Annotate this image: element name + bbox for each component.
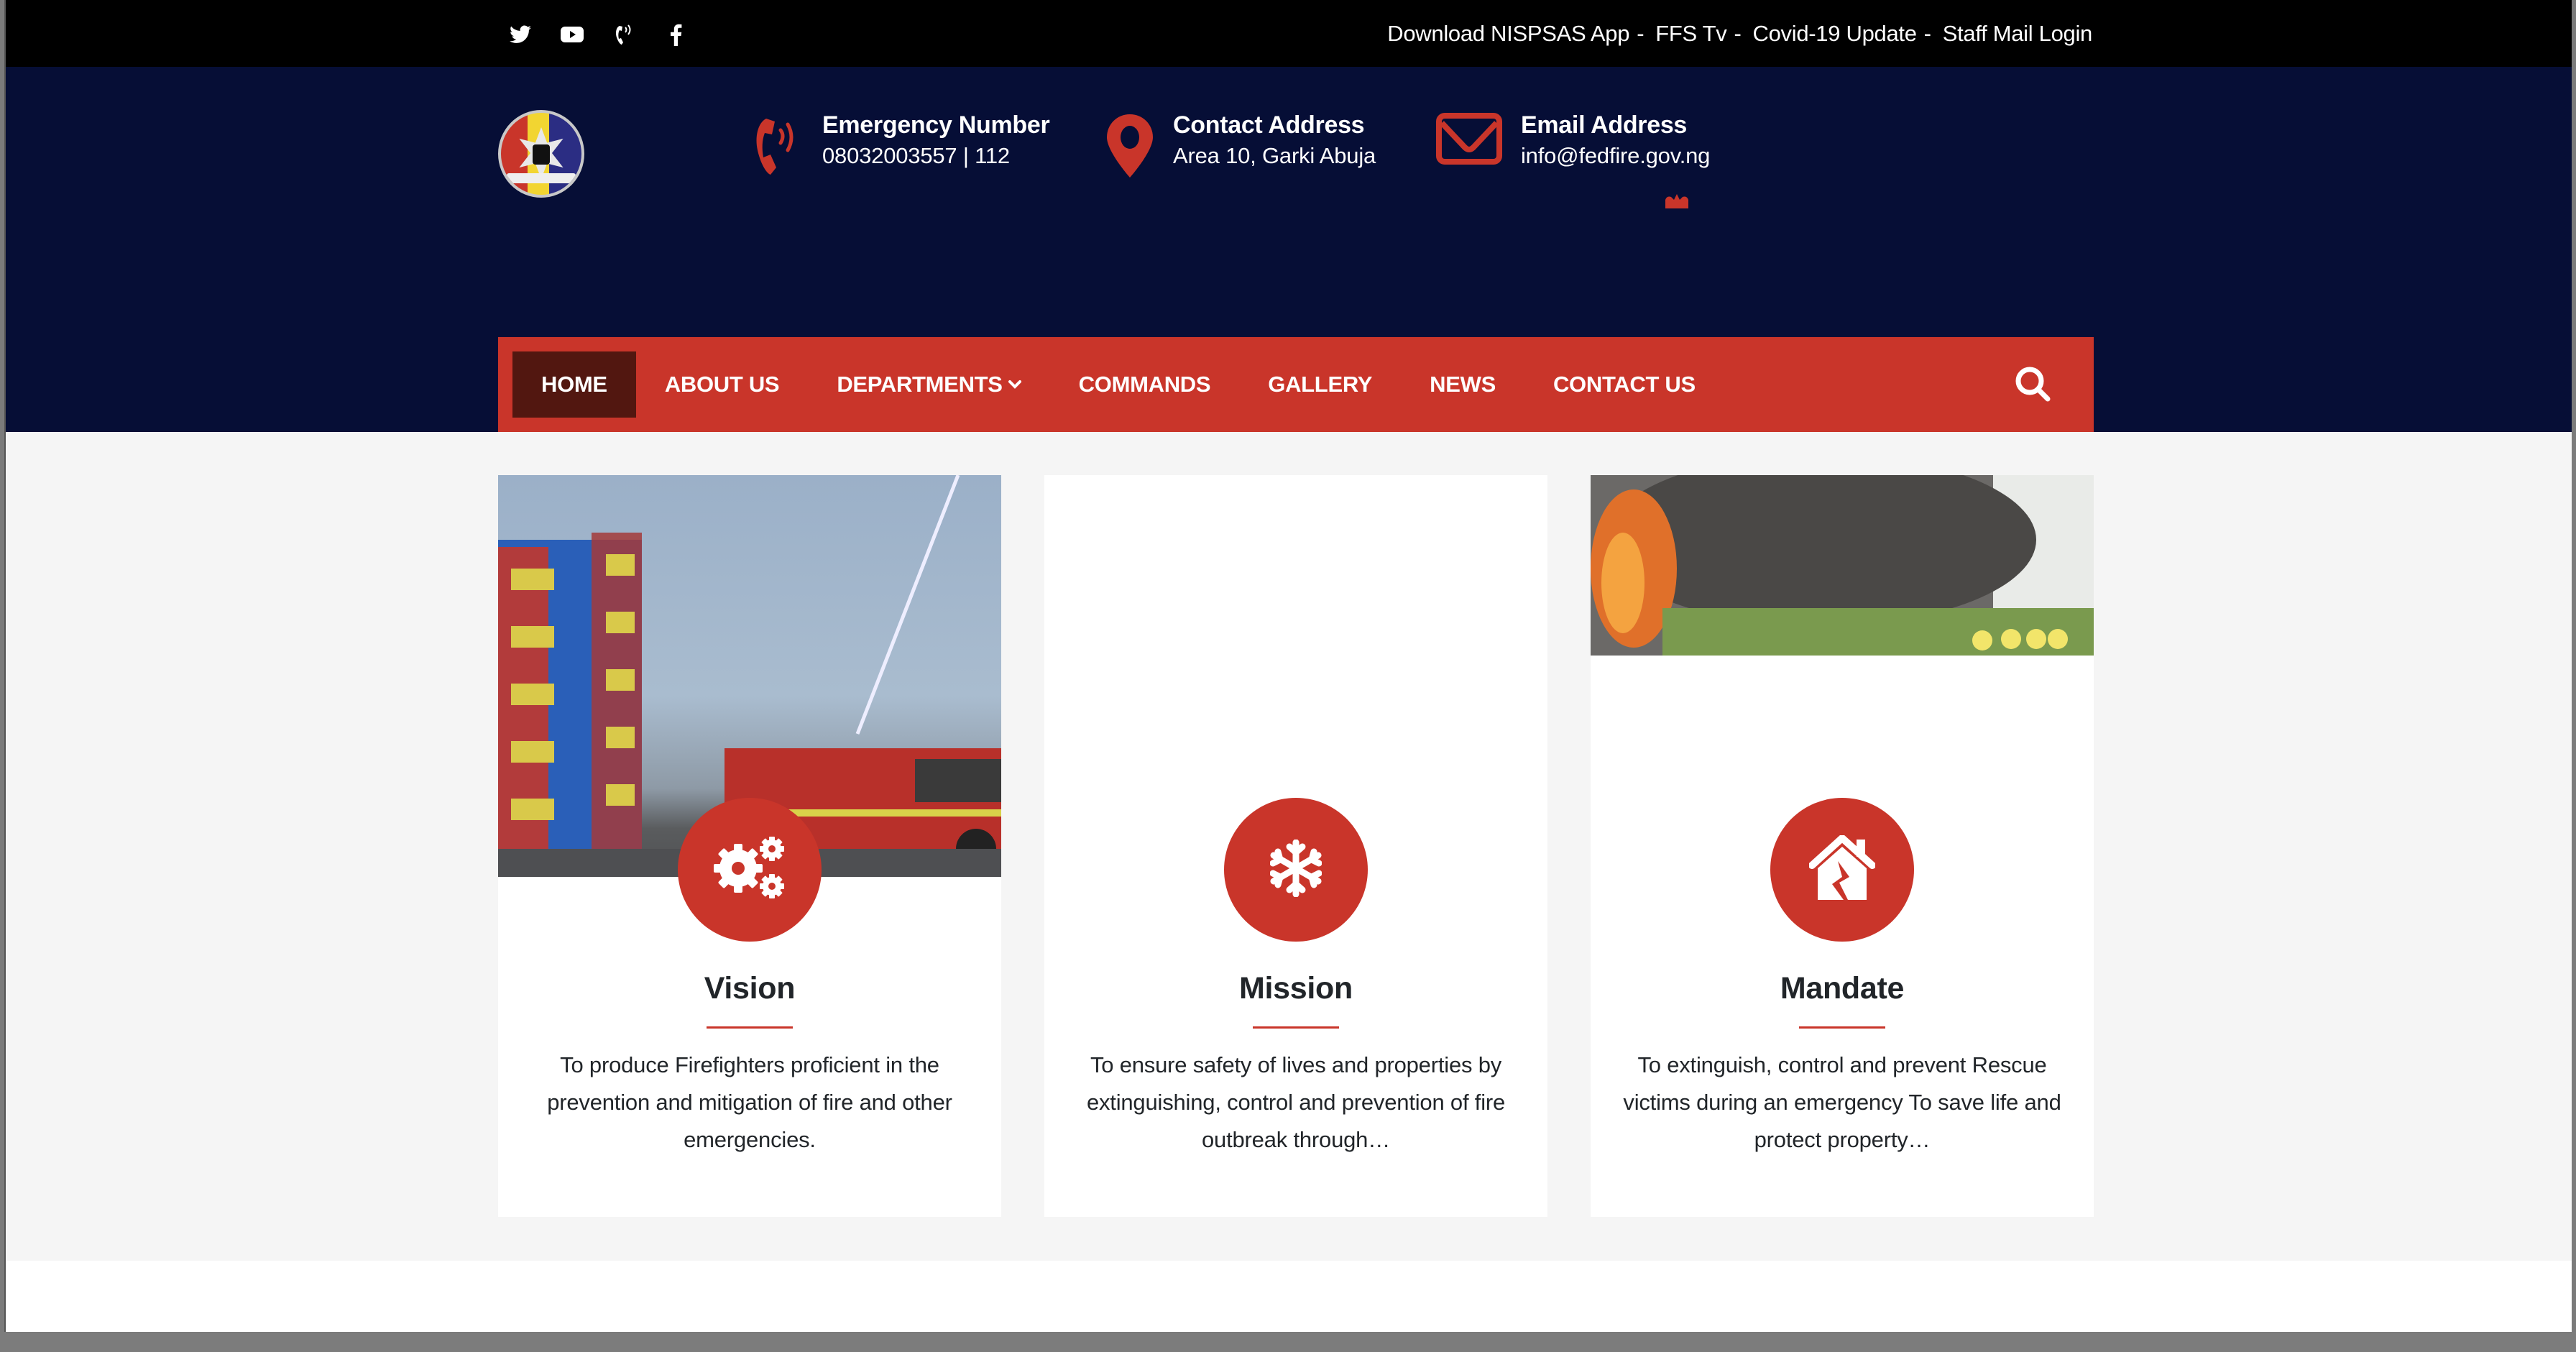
smoke-fire-firefighters-photo [1591,475,2094,656]
vision-icon-circle [678,798,822,942]
mission-text: To ensure safety of lives and properties… [1086,1052,1506,1152]
mandate-title: Mandate [1780,971,1905,1006]
snowflake-icon [1269,839,1322,901]
envelope-icon [1436,113,1502,168]
coat-of-arms-icon [1662,193,1691,208]
contact-address-title: Contact Address [1173,111,1365,139]
email-address-block: Email Address info@fedfire.gov.ng [1436,110,1710,172]
nav-departments[interactable]: DEPARTMENTS [808,351,1049,418]
youtube-icon[interactable] [561,23,584,46]
main-nav: HOME ABOUT US DEPARTMENTS COMMANDS GALLE… [498,337,2094,432]
emergency-number-value[interactable]: 08032003557 | 112 [822,140,1049,172]
top-bar: Download NISPSAS App - FFS Tv - Covid-19… [6,0,2572,67]
site-header: Emergency Number 08032003557 | 112 Conta… [6,67,2572,432]
vision-text: To produce Firefighters proficient in th… [547,1052,952,1152]
phone-ringing-icon [753,113,804,181]
separator: - [1637,21,1644,46]
map-pin-icon [1105,113,1154,183]
window-bottom-edge [0,1332,2576,1352]
nav-news[interactable]: NEWS [1401,351,1524,418]
training-tower [498,533,642,863]
emergency-number-block: Emergency Number 08032003557 | 112 [753,110,1050,181]
logo-crest [533,144,550,165]
covid-update-link[interactable]: Covid-19 Update [1753,21,1917,47]
mandate-text: To extinguish, control and prevent Rescu… [1623,1052,2061,1152]
social-links [509,20,687,49]
damaged-house-icon [1808,834,1876,905]
email-address-title: Email Address [1521,111,1688,139]
emergency-number-title: Emergency Number [822,111,1050,139]
email-address-value[interactable]: info@fedfire.gov.ng [1521,140,1710,172]
gears-icon [712,836,787,904]
site-logo[interactable] [498,110,584,198]
nav-departments-label: DEPARTMENTS [837,372,1003,397]
separator: - [1923,21,1931,46]
page-footer-area [6,1261,2572,1332]
nav-gallery[interactable]: GALLERY [1239,351,1401,418]
nav-home[interactable]: HOME [512,351,636,418]
nav-commands-label: COMMANDS [1078,372,1211,397]
logo-ribbon [507,173,576,183]
nav-about-us-label: ABOUT US [664,372,780,397]
nav-news-label: NEWS [1430,372,1496,397]
separator: - [1734,21,1742,46]
ffs-tv-link[interactable]: FFS Tv [1655,21,1727,47]
contact-address-block: Contact Address Area 10, Garki Abuja [1105,110,1376,183]
mandate-card: Mandate To extinguish, control and preve… [1591,475,2094,1217]
download-app-link[interactable]: Download NISPSAS App [1387,21,1629,47]
title-underline [707,1026,793,1029]
twitter-icon[interactable] [509,23,532,46]
mission-card: Mission To ensure safety of lives and pr… [1044,475,1547,1217]
phone-call-icon[interactable] [612,23,635,46]
title-underline [1253,1026,1339,1029]
vision-title: Vision [704,971,796,1006]
chevron-down-icon [1008,380,1021,390]
browser-viewport: Download NISPSAS App - FFS Tv - Covid-19… [4,0,2572,1332]
mission-icon-circle [1224,798,1368,942]
staff-mail-login-link[interactable]: Staff Mail Login [1943,21,2093,47]
vision-card: Vision To produce Firefighters proficien… [498,475,1001,1217]
nav-home-label: HOME [541,372,607,397]
title-underline [1799,1026,1885,1029]
top-links: Download NISPSAS App - FFS Tv - Covid-19… [1387,19,2092,49]
nav-commands[interactable]: COMMANDS [1050,351,1240,418]
nav-gallery-label: GALLERY [1268,372,1373,397]
vision-mission-mandate-section: Vision To produce Firefighters proficien… [6,432,2572,1261]
search-icon[interactable] [2015,366,2052,403]
mandate-icon-circle [1770,798,1914,942]
nav-contact-us[interactable]: CONTACT US [1524,351,1724,418]
facebook-icon[interactable] [664,23,687,46]
nav-contact-us-label: CONTACT US [1552,372,1696,397]
contact-address-value: Area 10, Garki Abuja [1173,143,1376,168]
nav-about-us[interactable]: ABOUT US [636,351,809,418]
mission-title: Mission [1239,971,1353,1006]
